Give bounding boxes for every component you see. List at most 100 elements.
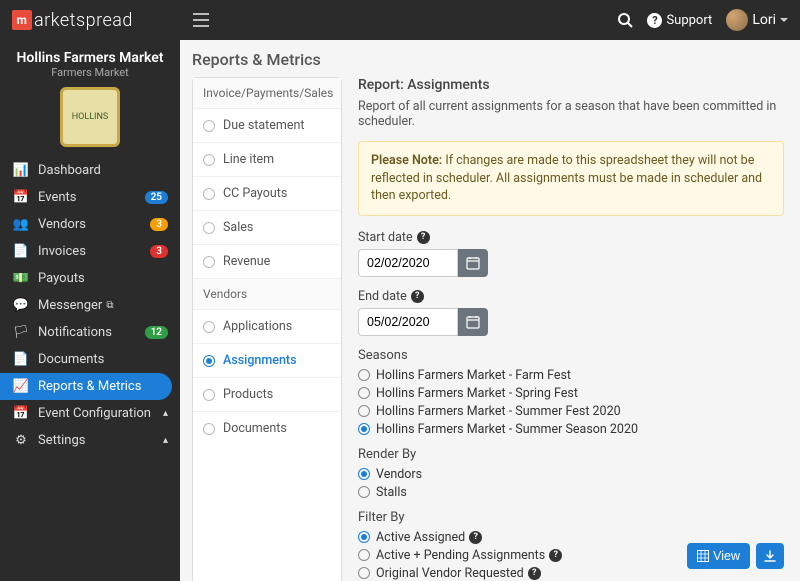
- help-icon[interactable]: ?: [528, 567, 541, 580]
- radio-icon: [358, 531, 370, 543]
- radio-icon: [358, 387, 370, 399]
- radio-label: Hollins Farmers Market - Farm Fest: [376, 368, 571, 383]
- render-by-label: Render By: [358, 447, 784, 462]
- radio-label: Hollins Farmers Market - Summer Fest 202…: [376, 404, 621, 419]
- view-button[interactable]: View: [687, 543, 750, 569]
- help-icon[interactable]: ?: [469, 531, 482, 544]
- nav-icon: 📅: [12, 406, 30, 421]
- report-list-item-products[interactable]: Products: [193, 378, 341, 412]
- table-icon: [697, 550, 709, 562]
- radio-icon: [203, 120, 215, 132]
- download-button[interactable]: [756, 543, 784, 569]
- report-list-header: Vendors: [193, 279, 341, 310]
- list-item-label: Line item: [223, 152, 274, 167]
- radio-icon: [203, 355, 215, 367]
- nav-label: Event Configuration: [38, 406, 151, 421]
- org-logo[interactable]: HOLLINS: [60, 87, 120, 147]
- nav-label: Notifications: [38, 325, 112, 340]
- nav-icon: 👥: [12, 217, 30, 232]
- nav-icon: 🏳: [12, 325, 30, 340]
- nav-icon: 📅: [12, 190, 30, 205]
- brand-logo-text: arketspread: [34, 10, 133, 31]
- radio-icon: [203, 389, 215, 401]
- report-list: Invoice/Payments/Sales Due statement Line …: [192, 77, 342, 581]
- radio-icon: [358, 369, 370, 381]
- radio-icon: [203, 154, 215, 166]
- nav-icon: 📈: [12, 379, 30, 394]
- radio-label: Stalls: [376, 485, 407, 500]
- download-icon: [764, 550, 776, 562]
- calendar-icon: [466, 256, 480, 270]
- radio-icon: [358, 468, 370, 480]
- support-link[interactable]: ? Support: [647, 13, 712, 28]
- radio-label: Vendors: [376, 467, 422, 482]
- nav-label: Invoices: [38, 244, 86, 259]
- user-menu[interactable]: Lori: [726, 9, 788, 31]
- report-body: Report: Assignments Report of all curren…: [358, 77, 784, 581]
- report-list-header: Invoice/Payments/Sales: [193, 78, 341, 109]
- report-list-item-cc-payouts[interactable]: CC Payouts: [193, 177, 341, 211]
- nav-item-notifications[interactable]: 🏳Notifications12: [0, 319, 180, 346]
- chevron-up-icon: ▴: [163, 408, 168, 419]
- report-list-item-documents[interactable]: Documents: [193, 412, 341, 445]
- nav-item-events[interactable]: 📅 Events 25: [0, 184, 180, 211]
- end-date-label: End date?: [358, 289, 784, 304]
- start-date-calendar-button[interactable]: [458, 249, 488, 277]
- nav-item-vendors[interactable]: 👥Vendors3: [0, 211, 180, 238]
- end-date-input[interactable]: [358, 308, 458, 336]
- search-icon[interactable]: [617, 12, 633, 28]
- chevron-up-icon: ▴: [163, 435, 168, 446]
- nav-label: Settings: [38, 433, 85, 448]
- nav-item-event-configuration[interactable]: 📅 Event Configuration ▴: [0, 400, 180, 427]
- report-list-item-revenue[interactable]: Revenue: [193, 245, 341, 279]
- note-box: Please Note: If changes are made to this…: [358, 141, 784, 216]
- season-option[interactable]: Hollins Farmers Market - Summer Season 2…: [358, 422, 784, 437]
- render-by-option[interactable]: Stalls: [358, 485, 784, 500]
- nav-icon: ⚙: [12, 433, 30, 448]
- start-date-input[interactable]: [358, 249, 458, 277]
- brand-logo-box: m: [12, 10, 32, 30]
- report-list-item-applications[interactable]: Applications: [193, 310, 341, 344]
- nav-item-documents[interactable]: 📄Documents: [0, 346, 180, 373]
- note-prefix: Please Note:: [371, 153, 442, 168]
- render-by-option[interactable]: Vendors: [358, 467, 784, 482]
- report-list-item-line-item[interactable]: Line item: [193, 143, 341, 177]
- end-date-calendar-button[interactable]: [458, 308, 488, 336]
- start-date-label: Start date?: [358, 230, 784, 245]
- nav-item-invoices[interactable]: 📄Invoices3: [0, 238, 180, 265]
- nav-item-settings[interactable]: ⚙ Settings ▴: [0, 427, 180, 454]
- report-list-item-due-statement[interactable]: Due statement: [193, 109, 341, 143]
- nav-label: Events: [38, 190, 76, 205]
- season-option[interactable]: Hollins Farmers Market - Summer Fest 202…: [358, 404, 784, 419]
- avatar: [726, 9, 748, 31]
- hamburger-icon[interactable]: [193, 13, 209, 27]
- season-option[interactable]: Hollins Farmers Market - Spring Fest: [358, 386, 784, 401]
- nav-item-messenger[interactable]: 💬Messenger⧉: [0, 292, 180, 319]
- radio-label: Hollins Farmers Market - Summer Season 2…: [376, 422, 638, 437]
- nav-item-payouts[interactable]: 💵Payouts: [0, 265, 180, 292]
- help-icon[interactable]: ?: [411, 290, 424, 303]
- nav-label: Dashboard: [38, 163, 101, 178]
- report-list-item-assignments[interactable]: Assignments: [193, 344, 341, 378]
- nav-item-reports-metrics[interactable]: 📈Reports & Metrics: [0, 373, 172, 400]
- org-subtitle: Farmers Market: [0, 66, 180, 79]
- season-option[interactable]: Hollins Farmers Market - Farm Fest: [358, 368, 784, 383]
- sidebar: Hollins Farmers Market Farmers Market HO…: [0, 40, 180, 581]
- list-item-label: Revenue: [223, 254, 270, 269]
- radio-icon: [203, 188, 215, 200]
- help-icon[interactable]: ?: [549, 549, 562, 562]
- nav-item-dashboard[interactable]: 📊Dashboard: [0, 157, 180, 184]
- list-item-label: Due statement: [223, 118, 304, 133]
- help-icon[interactable]: ?: [417, 231, 430, 244]
- nav-badge: 25: [145, 191, 168, 204]
- radio-label: Original Vendor Requested: [376, 566, 524, 581]
- topbar: marketspread ? Support Lori: [0, 0, 800, 40]
- calendar-icon: [466, 315, 480, 329]
- radio-icon: [203, 222, 215, 234]
- nav-badge: 3: [150, 245, 168, 258]
- chevron-down-icon: [780, 18, 788, 22]
- brand-logo[interactable]: marketspread: [12, 10, 133, 31]
- list-item-label: Sales: [223, 220, 253, 235]
- radio-icon: [358, 549, 370, 561]
- report-list-item-sales[interactable]: Sales: [193, 211, 341, 245]
